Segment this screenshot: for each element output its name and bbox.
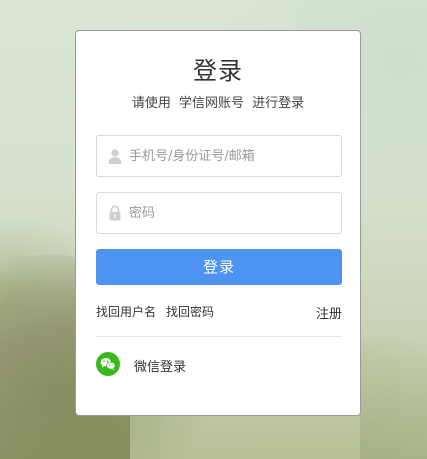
recover-password-link[interactable]: 找回密码 xyxy=(166,305,214,319)
user-icon xyxy=(108,149,122,164)
login-button[interactable]: 登录 xyxy=(96,249,342,285)
account-links: 找回用户名 找回密码 注册 xyxy=(96,303,342,322)
login-subtitle: 请使用 学信网账号 进行登录 xyxy=(131,96,305,111)
wechat-login-label: 微信登录 xyxy=(134,360,187,375)
background-foliage xyxy=(360,340,427,459)
username-input[interactable] xyxy=(129,136,334,176)
password-input[interactable] xyxy=(129,193,334,233)
wechat-icon xyxy=(96,352,120,376)
recover-links: 找回用户名 找回密码 xyxy=(96,303,224,320)
login-card: 登录 请使用 学信网账号 进行登录 登录 找回用户名找回密码 注册 xyxy=(75,30,361,416)
page-title: 登录 xyxy=(193,57,243,85)
divider xyxy=(96,336,342,337)
recover-username-link[interactable]: 找回用户名 xyxy=(96,305,156,319)
password-field[interactable] xyxy=(96,192,342,234)
register-link[interactable]: 注册 xyxy=(316,303,342,322)
username-field[interactable] xyxy=(96,135,342,177)
lock-icon xyxy=(109,205,121,221)
